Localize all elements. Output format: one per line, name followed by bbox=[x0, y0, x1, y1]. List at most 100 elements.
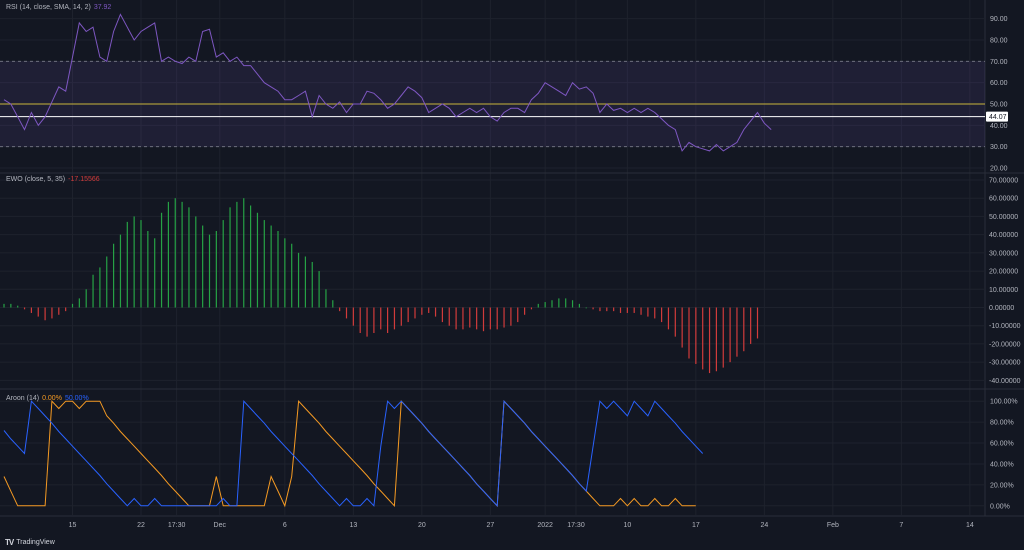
ewo-bar bbox=[154, 238, 156, 308]
ewo-axis-tick-label: 0.00000 bbox=[989, 305, 1014, 312]
time-axis-tick-label: 15 bbox=[69, 522, 77, 529]
ewo-legend[interactable]: EWO (close, 5, 35) -17.15566 bbox=[6, 176, 103, 183]
ewo-bar bbox=[667, 307, 670, 330]
aroon-axis-tick-label: 100.00% bbox=[990, 399, 1018, 406]
rsi-axis-tick-label: 70.00 bbox=[990, 59, 1008, 66]
ewo-axis-tick-label: 50.00000 bbox=[989, 214, 1018, 221]
ewo-bar bbox=[400, 307, 402, 326]
ewo-bar bbox=[441, 307, 443, 323]
ewo-bar bbox=[387, 307, 389, 333]
ewo-bar bbox=[311, 261, 313, 308]
ewo-bar bbox=[393, 307, 396, 330]
rsi-legend[interactable]: RSI (14, close, SMA, 14, 2) 37.92 bbox=[6, 4, 114, 11]
ewo-bar bbox=[236, 201, 238, 308]
ewo-bar bbox=[565, 298, 567, 308]
time-axis-tick-label: 27 bbox=[486, 522, 494, 529]
ewo-bar bbox=[688, 307, 690, 359]
ewo-bar bbox=[558, 298, 560, 308]
ewo-axis-tick-label: 10.00000 bbox=[989, 287, 1018, 294]
ewo-axis-tick-label: 20.00000 bbox=[989, 269, 1018, 276]
ewo-bar bbox=[345, 307, 348, 319]
ewo-bar bbox=[571, 300, 574, 308]
ewo-bar bbox=[544, 302, 546, 308]
tradingview-logo-text: TradingView bbox=[16, 539, 55, 546]
ewo-bar bbox=[702, 307, 704, 370]
ewo-bar bbox=[263, 220, 265, 308]
time-axis-tick-label: 6 bbox=[283, 522, 287, 529]
tradingview-logo[interactable]: TV TradingView bbox=[5, 538, 55, 547]
ewo-bar bbox=[208, 234, 211, 308]
aroon-axis-tick-label: 60.00% bbox=[990, 441, 1014, 448]
ewo-bar bbox=[428, 307, 430, 313]
ewo-axis-tick-label: -30.00000 bbox=[989, 360, 1021, 367]
ewo-bar bbox=[270, 225, 272, 308]
rsi-axis-tick-label: 20.00 bbox=[990, 166, 1008, 173]
ewo-bar bbox=[585, 307, 587, 309]
ewo-bar bbox=[681, 307, 683, 348]
ewo-bar bbox=[476, 307, 478, 330]
ewo-bar bbox=[304, 256, 306, 308]
ewo-bar bbox=[174, 198, 176, 308]
ewo-bar bbox=[243, 198, 245, 308]
ewo-bar bbox=[147, 231, 149, 308]
ewo-bar bbox=[195, 216, 197, 308]
ewo-bar bbox=[729, 307, 731, 363]
ewo-bar bbox=[113, 243, 115, 308]
ewo-bar bbox=[140, 220, 142, 308]
ewo-bar bbox=[421, 307, 423, 315]
ewo-bar bbox=[695, 307, 697, 364]
time-axis-tick-label: 17:30 bbox=[567, 522, 585, 529]
aroon-legend[interactable]: Aroon (14) 0.00% 50.00% bbox=[6, 395, 92, 402]
rsi-axis-tick-label: 40.00 bbox=[990, 123, 1008, 130]
ewo-bar bbox=[44, 307, 46, 321]
ewo-bar bbox=[414, 307, 416, 319]
ewo-bar bbox=[352, 307, 354, 326]
ewo-bar bbox=[339, 307, 341, 312]
ewo-bar bbox=[407, 307, 409, 323]
ewo-bar bbox=[434, 307, 437, 317]
ewo-axis-tick-label: 40.00000 bbox=[989, 232, 1018, 239]
ewo-axis-tick-label: 60.00000 bbox=[989, 196, 1018, 203]
ewo-bar bbox=[674, 307, 676, 337]
ewo-bar bbox=[524, 307, 526, 315]
ewo-bar bbox=[106, 256, 108, 308]
ewo-bar bbox=[318, 271, 320, 308]
ewo-bar bbox=[256, 212, 259, 308]
ewo-bar bbox=[722, 307, 724, 368]
ewo-bar bbox=[23, 307, 26, 310]
time-axis-tick-label: 13 bbox=[349, 522, 357, 529]
time-axis-tick-label: 17 bbox=[692, 522, 700, 529]
aroon-up-legend-value: 0.00% bbox=[42, 395, 62, 402]
ewo-bar bbox=[359, 307, 361, 333]
ewo-bar bbox=[284, 238, 286, 308]
rsi-axis-tick-label: 30.00 bbox=[990, 144, 1008, 151]
ewo-bar bbox=[510, 307, 512, 326]
ewo-bar bbox=[517, 307, 519, 323]
ewo-bar bbox=[708, 307, 711, 374]
aroon-down-legend-value: 50.00% bbox=[64, 395, 89, 402]
ewo-bar bbox=[715, 307, 717, 372]
time-axis-tick-label: 20 bbox=[418, 522, 426, 529]
price-chart-canvas[interactable]: 90.00 80.00 70.00 60.00 50.00 40.00 30.00 20.00… bbox=[0, 0, 1024, 550]
aroon-axis-tick-label: 20.00% bbox=[990, 482, 1014, 489]
rsi-axis-tick-label: 60.00 bbox=[990, 80, 1008, 87]
ewo-bar bbox=[10, 303, 12, 308]
ewo-axis-tick-label: -20.00000 bbox=[989, 341, 1021, 348]
ewo-bar bbox=[160, 212, 163, 308]
ewo-bar bbox=[37, 307, 39, 317]
ewo-bar bbox=[119, 234, 122, 308]
time-axis-tick-label: 24 bbox=[760, 522, 768, 529]
time-axis-tick-label: 7 bbox=[899, 522, 903, 529]
ewo-bar bbox=[373, 307, 375, 333]
time-axis-tick-label: 17:30 bbox=[168, 522, 186, 529]
ewo-bar bbox=[633, 307, 635, 313]
ewo-bar bbox=[743, 307, 745, 352]
aroon-legend-label: Aroon (14) bbox=[6, 395, 40, 402]
ewo-bar bbox=[325, 289, 327, 308]
ewo-bar bbox=[229, 207, 231, 308]
ewo-bar bbox=[455, 307, 457, 330]
time-axis-tick-label: 2022 bbox=[537, 522, 553, 529]
rsi-last-value-label: 44.07 bbox=[989, 114, 1007, 121]
tradingview-logo-mark: TV bbox=[5, 538, 14, 547]
ewo-bar bbox=[3, 303, 5, 308]
